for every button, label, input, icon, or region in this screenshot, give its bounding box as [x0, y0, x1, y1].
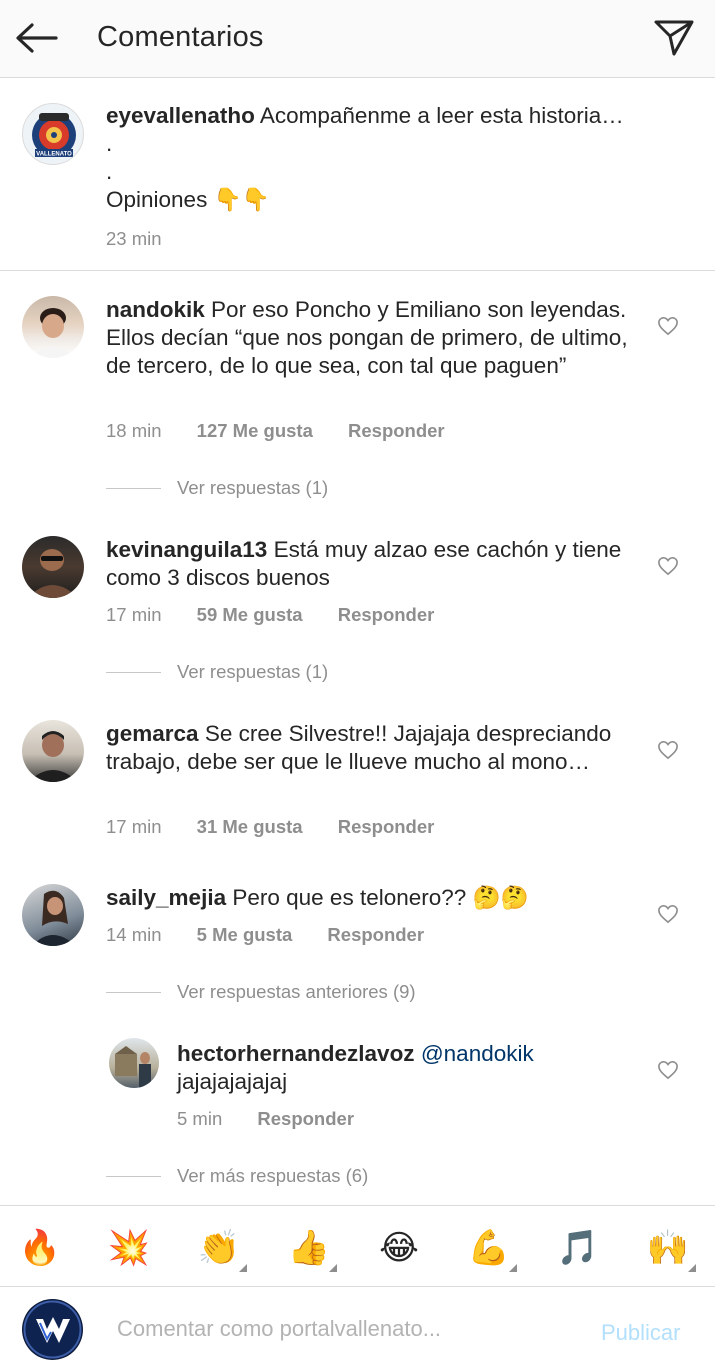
paper-plane-icon [654, 20, 694, 56]
profile-photo [28, 549, 78, 598]
view-replies-label: Ver respuestas (1) [177, 477, 329, 498]
portalvallenato-logo-icon [23, 1300, 82, 1359]
view-replies-label: Ver respuestas anteriores (9) [177, 981, 416, 1002]
heart-icon [658, 1060, 678, 1080]
like-button[interactable] [655, 314, 681, 338]
thumbs-up-emoji-button[interactable]: 👍 [287, 1226, 337, 1272]
like-button[interactable] [655, 1058, 681, 1082]
replies-line [106, 487, 161, 489]
svg-text:VALLENATO: VALLENATO [36, 152, 72, 158]
caption-text: Acompañenme a leer esta historia… [259, 103, 624, 128]
likes-count[interactable]: 127 Me gusta [197, 420, 313, 442]
skin-tone-indicator [688, 1264, 696, 1272]
avatar[interactable] [109, 1038, 159, 1088]
comment-text: jajajajajajaj [177, 1069, 288, 1094]
view-replies-button[interactable]: Ver respuestas (1) [106, 476, 328, 500]
flexed-biceps-emoji-button[interactable]: 💪 [467, 1226, 517, 1272]
view-replies-label: Ver más respuestas (6) [177, 1165, 369, 1186]
comment-time: 17 min [106, 604, 162, 625]
comment-time: 5 min [177, 1108, 223, 1129]
replies-line [106, 991, 161, 993]
comment-composer: Publicar [0, 1288, 715, 1369]
view-previous-replies-button[interactable]: Ver respuestas anteriores (9) [106, 980, 416, 1004]
divider [0, 270, 715, 271]
comment-username[interactable]: saily_mejia [106, 885, 226, 910]
reply-button[interactable]: Responder [327, 924, 424, 946]
comment-time: 23 min [106, 228, 162, 249]
collision-emoji-button[interactable]: 💥 [107, 1226, 151, 1270]
heart-icon [658, 316, 678, 336]
profile-photo [115, 1046, 151, 1088]
page-title: Comentarios [97, 21, 264, 53]
likes-count[interactable]: 31 Me gusta [197, 816, 303, 838]
reply-button[interactable]: Responder [348, 420, 445, 442]
likes-count[interactable]: 5 Me gusta [197, 924, 293, 946]
reply-button[interactable]: Responder [257, 1108, 354, 1130]
like-button[interactable] [655, 738, 681, 762]
profile-photo [28, 731, 78, 782]
raised-hands-emoji-button[interactable]: 🙌 [646, 1226, 696, 1272]
reply-button[interactable]: Responder [338, 816, 435, 838]
comment-username[interactable]: hectorhernandezlavoz [177, 1041, 415, 1066]
vallenato-logo-icon: VALLENATO [32, 113, 76, 158]
clap-emoji-button[interactable]: 👏 [197, 1226, 247, 1272]
comment-time: 14 min [106, 924, 162, 945]
arrow-left-icon [16, 23, 58, 53]
comment-input[interactable] [117, 1312, 587, 1346]
avatar[interactable] [22, 536, 84, 598]
back-button[interactable] [12, 18, 60, 58]
current-user-avatar [22, 1299, 83, 1360]
music-note-emoji-button[interactable]: 🎵 [556, 1226, 600, 1270]
publish-button[interactable]: Publicar [601, 1320, 680, 1346]
view-replies-label: Ver respuestas (1) [177, 661, 329, 682]
caption-line: Opiniones 👇👇 [106, 187, 270, 212]
like-button[interactable] [655, 902, 681, 926]
direct-message-button[interactable] [650, 16, 698, 60]
profile-photo [30, 308, 76, 358]
avatar[interactable] [22, 296, 84, 358]
emoji-quick-bar: 🔥 💥 👏 👍 😂 💪 🎵 🙌 [0, 1205, 715, 1287]
comment-username[interactable]: kevinanguila13 [106, 537, 267, 562]
skin-tone-indicator [329, 1264, 337, 1272]
comment-username[interactable]: gemarca [106, 721, 199, 746]
top-bar: Comentarios [0, 0, 715, 78]
comment-text: Pero que es telonero?? 🤔🤔 [232, 885, 529, 910]
replies-line [106, 671, 161, 673]
heart-icon [658, 740, 678, 760]
comment-time: 18 min [106, 420, 162, 441]
fire-emoji-button[interactable]: 🔥 [18, 1226, 62, 1270]
avatar[interactable] [22, 884, 84, 946]
comment-username[interactable]: eyevallenatho [106, 103, 255, 128]
skin-tone-indicator [509, 1264, 517, 1272]
avatar[interactable] [22, 720, 84, 782]
skin-tone-indicator [239, 1264, 247, 1272]
caption-line: . [106, 159, 113, 184]
heart-icon [658, 556, 678, 576]
comment-time: 17 min [106, 816, 162, 837]
replies-line [106, 1175, 161, 1177]
likes-count[interactable]: 59 Me gusta [197, 604, 303, 626]
comment-username[interactable]: nandokik [106, 297, 205, 322]
profile-photo [32, 890, 76, 946]
avatar[interactable]: VALLENATO [22, 103, 84, 165]
laughing-emoji-button[interactable]: 😂 [377, 1226, 421, 1270]
caption-line: . [106, 131, 113, 156]
reply-button[interactable]: Responder [338, 604, 435, 626]
view-replies-button[interactable]: Ver respuestas (1) [106, 660, 328, 684]
mention-link[interactable]: @nandokik [421, 1041, 534, 1066]
heart-icon [658, 904, 678, 924]
like-button[interactable] [655, 554, 681, 578]
view-more-replies-button[interactable]: Ver más respuestas (6) [106, 1164, 368, 1188]
